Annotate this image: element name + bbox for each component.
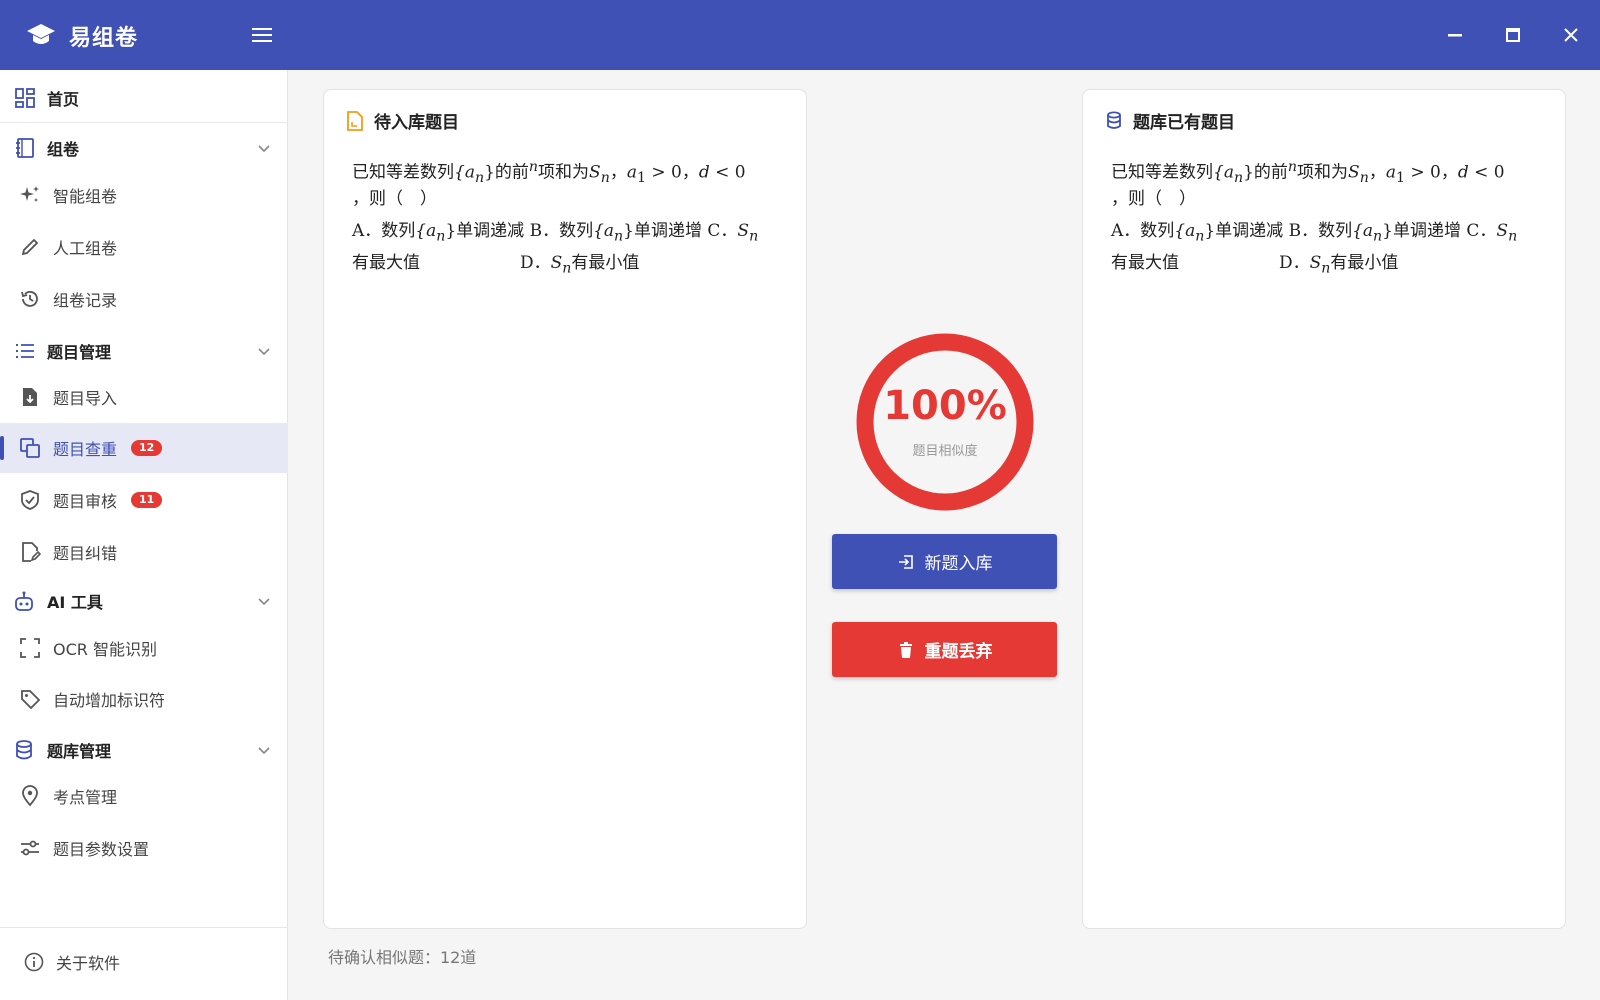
question-options: 有最大值 D．Sn有最小值 (352, 253, 640, 277)
sidebar-item-label: OCR 智能识别 (53, 640, 157, 659)
sidebar-item-manual-compose[interactable]: 人工组卷 (0, 222, 288, 272)
sidebar-group-compose[interactable]: 组卷 (0, 123, 288, 173)
grid-icon (15, 88, 35, 108)
scan-icon (20, 638, 40, 658)
minimize-button[interactable] (1440, 20, 1470, 50)
sidebar-item-smart-compose[interactable]: 智能组卷 (0, 170, 288, 220)
close-button[interactable] (1556, 20, 1586, 50)
discard-duplicate-button[interactable]: 重题丢弃 (832, 622, 1057, 677)
sidebar-item-ocr[interactable]: OCR 智能识别 (0, 623, 288, 673)
sidebar-item-error-correction[interactable]: 题目纠错 (0, 527, 288, 577)
location-pin-icon (22, 785, 38, 807)
robot-icon (15, 591, 33, 611)
sidebar-item-auto-tag[interactable]: 自动增加标识符 (0, 674, 288, 724)
sidebar-item-label: 题目审核 (53, 492, 118, 511)
sidebar-item-label: 题目导入 (53, 389, 118, 408)
file-edit-icon (22, 542, 41, 562)
sidebar-item-label: 智能组卷 (53, 187, 118, 206)
button-label: 重题丢弃 (924, 642, 993, 662)
history-icon (21, 291, 38, 307)
card-title: 待入库题目 (374, 113, 459, 133)
sidebar-group-label: AI 工具 (47, 593, 103, 612)
list-icon (16, 344, 34, 358)
file-import-icon (23, 388, 37, 406)
sidebar-item-question-import[interactable]: 题目导入 (0, 372, 288, 422)
sidebar-item-label: 关于软件 (56, 954, 121, 973)
pending-question-card: 待入库题目 已知等差数列{an}的前n项和为Sn，a1 > 0，d < 0 ，则… (323, 89, 807, 929)
sidebar-group-ai-tools[interactable]: AI 工具 (0, 576, 288, 626)
sidebar-item-home[interactable]: 首页 (0, 73, 288, 123)
count-badge: 11 (131, 492, 163, 508)
question-stem: 已知等差数列{an}的前n项和为Sn，a1 > 0，d < 0 (352, 159, 746, 187)
chevron-down-icon (258, 145, 270, 153)
sidebar-group-label: 组卷 (47, 140, 80, 159)
sidebar-item-knowledge-points[interactable]: 考点管理 (0, 771, 288, 821)
maximize-icon (1506, 28, 1520, 42)
app-title: 易组卷 (69, 26, 139, 51)
add-new-question-button[interactable]: 新题入库 (832, 534, 1057, 589)
document-icon (347, 110, 363, 131)
trash-icon (899, 641, 912, 658)
card-header: 题库已有题目 (1105, 108, 1235, 133)
pending-count-status: 待确认相似题：12道 (328, 948, 477, 967)
question-options: 有最大值 D．Sn有最小值 (1111, 253, 1399, 277)
tag-icon (21, 690, 41, 710)
graduation-cap-icon (27, 24, 55, 44)
pencil-icon (21, 238, 39, 256)
count-badge: 12 (131, 440, 163, 456)
database-icon (1107, 111, 1121, 129)
sidebar-item-label: 题目参数设置 (53, 840, 150, 859)
question-stem-end: ，则（ ） (1111, 189, 1196, 209)
sidebar-group-label: 题库管理 (47, 742, 112, 761)
close-icon (1564, 28, 1578, 42)
shield-check-icon (21, 490, 39, 510)
existing-question-card: 题库已有题目 已知等差数列{an}的前n项和为Sn，a1 > 0，d < 0 ，… (1082, 89, 1566, 929)
sidebar-item-duplicate-check[interactable]: 题目查重 12 (0, 423, 288, 473)
sidebar-item-label: 自动增加标识符 (53, 691, 166, 710)
sidebar-item-label: 题目查重 (53, 440, 118, 459)
divider (0, 927, 288, 928)
sparkle-icon (20, 186, 39, 202)
sidebar-item-label: 考点管理 (53, 788, 118, 807)
card-title: 题库已有题目 (1133, 113, 1235, 133)
duplicate-icon (20, 438, 40, 458)
sidebar-group-label: 题目管理 (47, 343, 112, 362)
info-icon (24, 952, 44, 972)
sidebar-item-label: 人工组卷 (53, 239, 118, 258)
database-icon (16, 740, 32, 760)
chevron-down-icon (258, 348, 270, 356)
sidebar-item-label: 首页 (47, 90, 80, 109)
question-content: 已知等差数列{an}的前n项和为Sn，a1 > 0，d < 0 ，则（ ） A．… (352, 152, 782, 280)
active-indicator (0, 436, 4, 460)
login-icon (898, 554, 913, 569)
sidebar-group-question-management[interactable]: 题目管理 (0, 326, 288, 376)
chevron-down-icon (258, 598, 270, 606)
question-content: 已知等差数列{an}的前n项和为Sn，a1 > 0，d < 0 ，则（ ） A．… (1111, 152, 1541, 280)
sidebar-item-label: 组卷记录 (53, 291, 118, 310)
sliders-icon (21, 840, 39, 856)
maximize-button[interactable] (1498, 20, 1528, 50)
sidebar: 首页 组卷 智能组卷 人工组卷 组卷记录 题目管理 题目导入 题目查重 12 题… (0, 70, 288, 1000)
similarity-value: 100% (883, 383, 1007, 429)
question-stem: 已知等差数列{an}的前n项和为Sn，a1 > 0，d < 0 (1111, 159, 1505, 187)
notebook-icon (16, 138, 34, 158)
sidebar-group-bank-management[interactable]: 题库管理 (0, 725, 288, 775)
button-label: 新题入库 (924, 554, 993, 574)
minimize-icon (1448, 34, 1462, 37)
title-bar: 易组卷 (0, 0, 1600, 70)
sidebar-item-question-review[interactable]: 题目审核 11 (0, 475, 288, 525)
sidebar-item-label: 题目纠错 (53, 544, 118, 563)
sidebar-item-about[interactable]: 关于软件 (0, 937, 288, 987)
sidebar-item-parameter-settings[interactable]: 题目参数设置 (0, 823, 288, 873)
hamburger-menu-icon[interactable] (250, 22, 276, 48)
similarity-label: 题目相似度 (912, 444, 978, 459)
question-stem-end: ，则（ ） (352, 189, 437, 209)
card-header: 待入库题目 (346, 108, 459, 133)
sidebar-item-compose-history[interactable]: 组卷记录 (0, 274, 288, 324)
chevron-down-icon (258, 747, 270, 755)
question-options: A．数列{an}单调递减 B．数列{an}单调递增 C．Sn (352, 221, 759, 245)
question-options: A．数列{an}单调递减 B．数列{an}单调递增 C．Sn (1111, 221, 1518, 245)
